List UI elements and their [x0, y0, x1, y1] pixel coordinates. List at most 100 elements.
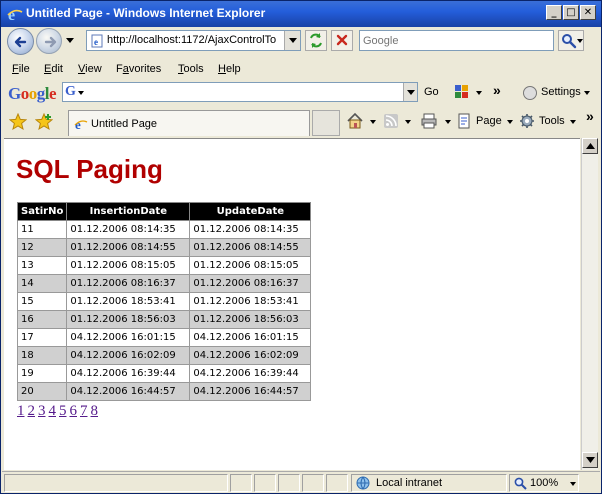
google-more-chevron[interactable]: » [493, 82, 501, 98]
google-logo[interactable]: Google [8, 84, 57, 104]
cell-satirno: 18 [16, 346, 68, 365]
tools-gear-icon [520, 114, 534, 128]
cell-satirno: 16 [16, 310, 68, 329]
command-bar-more-chevron[interactable]: » [586, 108, 594, 124]
zoom-level: 100% [530, 477, 559, 489]
page-icon: e [91, 34, 103, 48]
favorites-star-icon[interactable] [9, 113, 27, 131]
address-url[interactable]: http://localhost:1172/AjaxControlTo [107, 34, 277, 46]
tab-bar: e Untitled Page Page Tools » [2, 108, 600, 137]
table-row: 17 04.12.2006 16:01:15 04.12.2006 16:01:15 [16, 328, 312, 347]
menu-help[interactable]: Help [218, 63, 241, 75]
google-search-dropdown[interactable] [403, 83, 417, 101]
security-zone-cell[interactable]: Local intranet [351, 474, 507, 492]
pager-link[interactable]: 1 [17, 403, 25, 419]
google-logo-letter: o [28, 84, 38, 103]
address-bar[interactable]: e http://localhost:1172/AjaxControlTo [86, 30, 301, 51]
cell-insertiondate: 01.12.2006 08:16:37 [66, 274, 191, 293]
browser-window: e Untitled Page - Windows Internet Explo… [0, 0, 602, 494]
google-logo-letter: g [36, 84, 46, 103]
pager-link[interactable]: 8 [91, 403, 99, 419]
pager-link[interactable]: 3 [38, 403, 46, 419]
history-dropdown-arrow[interactable] [66, 38, 74, 43]
scroll-down-button[interactable] [582, 452, 598, 468]
status-cell [254, 474, 276, 492]
status-cell [302, 474, 324, 492]
address-dropdown-button[interactable] [284, 31, 300, 50]
vertical-scrollbar[interactable] [581, 138, 598, 470]
minimize-button[interactable]: _ [546, 5, 562, 20]
google-search-field[interactable]: G [62, 82, 418, 102]
data-grid: SatirNo InsertionDate UpdateDate 11 01.12… [16, 202, 312, 401]
cell-updatedate: 01.12.2006 08:14:55 [189, 238, 312, 257]
cell-insertiondate: 04.12.2006 16:01:15 [66, 328, 191, 347]
ie-logo-icon: e [7, 7, 23, 22]
cell-satirno: 17 [16, 328, 68, 347]
cell-updatedate: 01.12.2006 18:53:41 [189, 292, 312, 311]
pager-link[interactable]: 4 [49, 403, 57, 419]
zoom-cell[interactable]: 100% [509, 474, 579, 492]
google-logo-letter: o [20, 84, 30, 103]
pager-link[interactable]: 5 [59, 403, 67, 419]
column-header-satirno: SatirNo [16, 202, 68, 221]
cell-insertiondate: 04.12.2006 16:44:57 [66, 382, 191, 401]
feeds-icon[interactable] [383, 113, 399, 129]
add-favorites-icon[interactable] [35, 113, 53, 131]
zoom-icon [514, 477, 527, 490]
menu-view[interactable]: View [78, 63, 102, 75]
back-arrow-icon [14, 36, 27, 48]
google-extras-icon[interactable] [453, 83, 471, 101]
close-button[interactable]: ✕ [580, 5, 596, 20]
google-go-button[interactable]: Go [424, 86, 439, 98]
pager-link[interactable]: 7 [80, 403, 88, 419]
refresh-button[interactable] [305, 30, 327, 51]
menu-file[interactable]: File [12, 63, 30, 75]
pager-link[interactable]: 6 [70, 403, 78, 419]
search-button[interactable] [558, 30, 584, 51]
menu-favorites[interactable]: Favorites [116, 63, 161, 75]
page-menu-button[interactable]: Page [476, 115, 502, 127]
status-text-cell [4, 474, 228, 492]
table-row: 16 01.12.2006 18:56:03 01.12.2006 18:56:03 [16, 310, 312, 329]
print-icon[interactable] [420, 112, 438, 130]
scroll-up-button[interactable] [582, 138, 598, 154]
menu-edit[interactable]: Edit [44, 63, 63, 75]
maximize-button[interactable]: □ [563, 5, 579, 20]
cell-satirno: 19 [16, 364, 68, 383]
stop-button[interactable] [331, 30, 353, 51]
status-bar: Local intranet 100% [2, 471, 600, 493]
cell-insertiondate: 04.12.2006 16:02:09 [66, 346, 191, 365]
window-title: Untitled Page - Windows Internet Explore… [26, 6, 266, 20]
table-row: 11 01.12.2006 08:14:35 01.12.2006 08:14:35 [16, 220, 312, 239]
cell-insertiondate: 01.12.2006 18:56:03 [66, 310, 191, 329]
menu-tools[interactable]: Tools [178, 63, 204, 75]
table-row: 18 04.12.2006 16:02:09 04.12.2006 16:02:09 [16, 346, 312, 365]
page-title: SQL Paging [16, 154, 163, 184]
google-logo-letter: G [8, 84, 21, 103]
tools-menu-button[interactable]: Tools [539, 115, 565, 127]
search-box[interactable] [359, 30, 554, 51]
pager-link[interactable]: 2 [28, 403, 36, 419]
home-icon[interactable] [346, 112, 364, 130]
tab-untitled-page[interactable]: e Untitled Page [68, 110, 310, 136]
cell-updatedate: 04.12.2006 16:02:09 [189, 346, 312, 365]
cell-insertiondate: 01.12.2006 08:14:35 [66, 220, 191, 239]
column-header-insertiondate: InsertionDate [66, 202, 191, 221]
globe-icon [356, 476, 370, 490]
ie-tab-icon: e [74, 117, 88, 131]
cell-updatedate: 04.12.2006 16:39:44 [189, 364, 312, 383]
back-button[interactable] [7, 28, 34, 55]
forward-button[interactable] [36, 28, 62, 54]
cell-updatedate: 01.12.2006 08:16:37 [189, 274, 312, 293]
search-input[interactable] [363, 32, 553, 49]
cell-insertiondate: 01.12.2006 08:15:05 [66, 256, 191, 275]
status-cell [230, 474, 252, 492]
cell-insertiondate: 01.12.2006 08:14:55 [66, 238, 191, 257]
new-tab-button[interactable] [312, 110, 340, 136]
stop-icon [336, 34, 348, 46]
cell-satirno: 15 [16, 292, 68, 311]
google-settings-button[interactable]: Settings [541, 86, 581, 98]
search-icon [562, 34, 577, 49]
cell-insertiondate: 01.12.2006 18:53:41 [66, 292, 191, 311]
navigation-bar: e http://localhost:1172/AjaxControlTo [2, 27, 600, 55]
